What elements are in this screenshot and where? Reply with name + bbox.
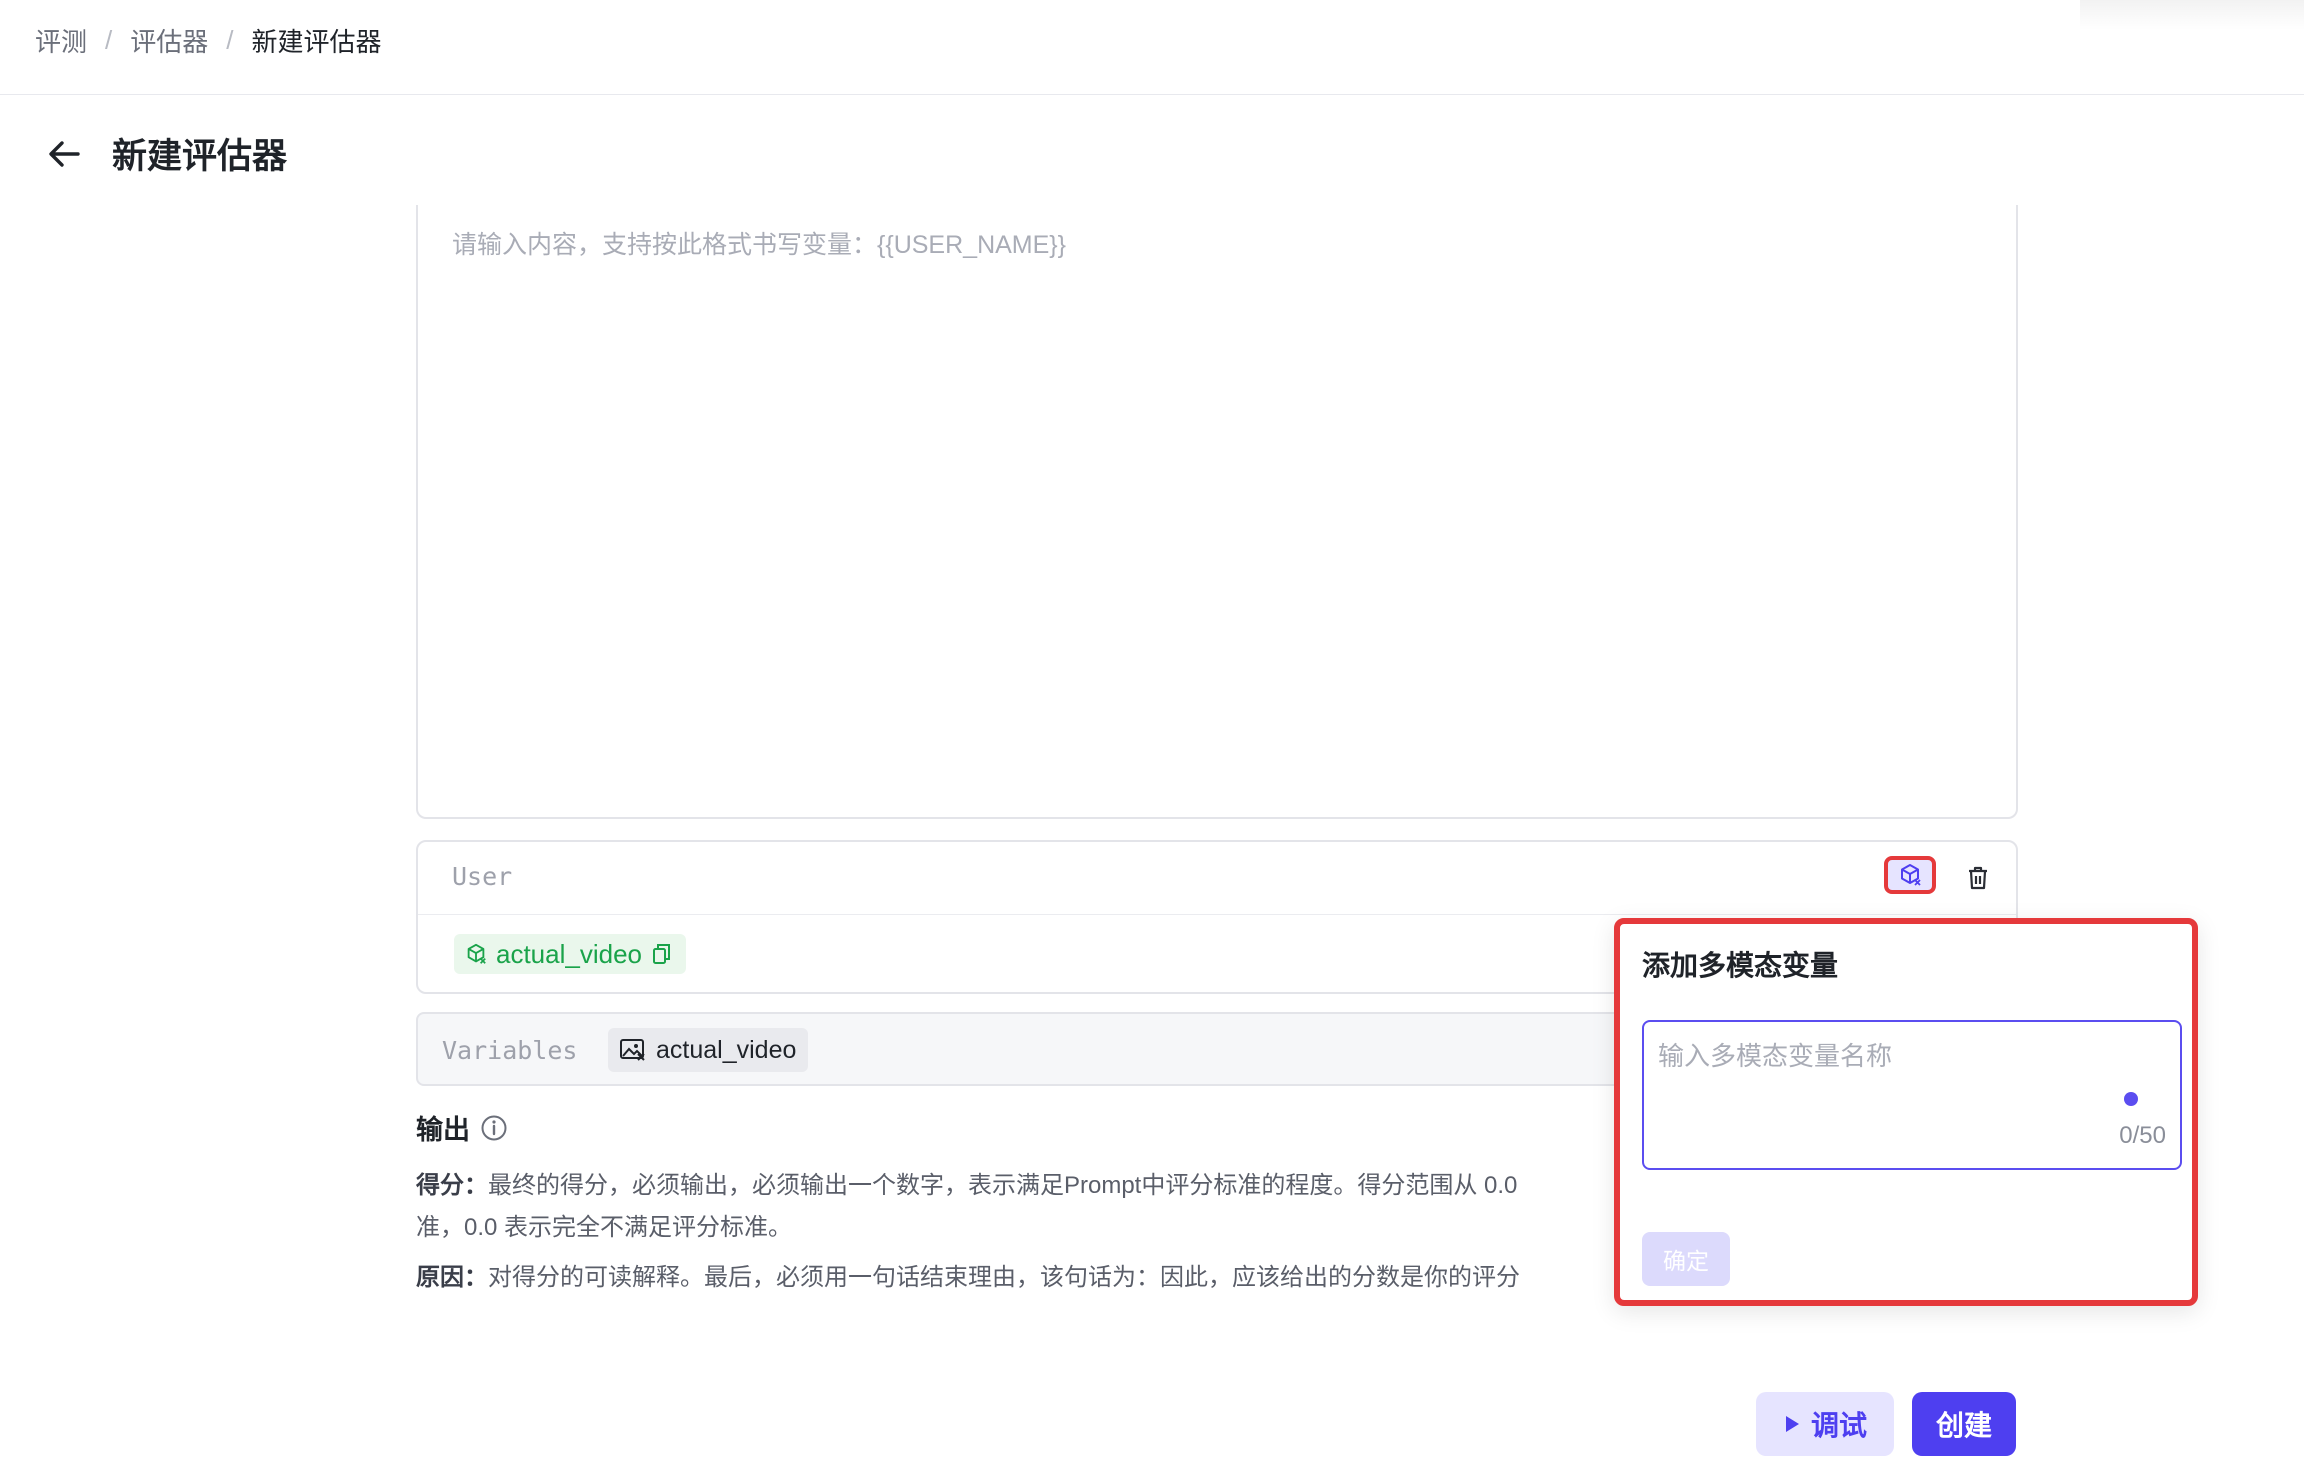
output-score-line: 得分：最终的得分，必须输出，必须输出一个数字，表示满足Prompt中评分标准的程… xyxy=(416,1165,1616,1207)
page-header: 新建评估器 xyxy=(44,128,287,179)
editor-placeholder: 请输入内容，支持按此格式书写变量：{{USER_NAME}} xyxy=(452,231,1066,259)
output-title: 输出 xyxy=(416,1108,1616,1147)
reason-label: 原因： xyxy=(416,1264,488,1291)
delete-message-button[interactable] xyxy=(1962,862,1994,894)
breadcrumb-separator: / xyxy=(105,25,113,55)
debug-button[interactable]: 调试 xyxy=(1756,1392,1894,1456)
corner-shadow xyxy=(2080,0,2304,30)
score-text-2: 准，0.0 表示完全不满足评分标准。 xyxy=(416,1214,793,1241)
output-score-line-2: 准，0.0 表示完全不满足评分标准。 xyxy=(416,1207,1616,1249)
breadcrumb-item-evaluation[interactable]: 评测 xyxy=(35,22,87,59)
page-title: 新建评估器 xyxy=(112,137,288,176)
character-counter: 0/50 xyxy=(2119,1122,2166,1149)
output-title-text: 输出 xyxy=(416,1115,470,1145)
user-message-header: User xyxy=(418,842,2016,915)
variable-chip-label: actual_video xyxy=(496,938,642,969)
trash-icon xyxy=(1969,866,1987,890)
system-prompt-editor[interactable]: 请输入内容，支持按此格式书写变量：{{USER_NAME}} xyxy=(416,205,2018,819)
cursor-dot xyxy=(2124,1092,2138,1106)
variables-chip-label: actual_video xyxy=(656,1035,797,1064)
breadcrumb-separator: / xyxy=(226,25,234,55)
top-bar: 评测 / 评估器 / 新建评估器 xyxy=(0,0,2304,95)
image-icon xyxy=(620,1038,646,1062)
create-button[interactable]: 创建 xyxy=(1912,1392,2016,1456)
multimodal-cube-icon xyxy=(464,942,488,966)
variables-chip-actual-video[interactable]: actual_video xyxy=(608,1028,809,1072)
info-icon[interactable] xyxy=(480,1114,508,1142)
breadcrumb-item-evaluators[interactable]: 评估器 xyxy=(130,22,208,59)
breadcrumb-item-new-evaluator: 新建评估器 xyxy=(251,27,382,57)
score-label: 得分： xyxy=(416,1172,488,1199)
play-icon xyxy=(1783,1414,1801,1434)
multimodal-cube-icon xyxy=(1901,864,1921,886)
variables-label: Variables xyxy=(442,1036,578,1065)
arrow-left-icon[interactable] xyxy=(44,134,84,174)
role-label[interactable]: User xyxy=(452,862,512,891)
multimodal-variable-name-input[interactable]: 输入多模态变量名称 0/50 xyxy=(1642,1020,2182,1170)
copy-icon[interactable] xyxy=(652,943,672,965)
input-placeholder: 输入多模态变量名称 xyxy=(1658,1041,1893,1071)
output-reason-line: 原因：对得分的可读解释。最后，必须用一句话结束理由，该句话为：因此，应该给出的分… xyxy=(416,1257,1616,1299)
reason-text: 对得分的可读解释。最后，必须用一句话结束理由，该句话为：因此，应该给出的分数是你… xyxy=(488,1264,1520,1291)
add-multimodal-variable-button[interactable] xyxy=(1884,856,1936,894)
debug-label: 调试 xyxy=(1810,1410,1867,1441)
popover-title: 添加多模态变量 xyxy=(1642,950,1839,981)
breadcrumb: 评测 / 评估器 / 新建评估器 xyxy=(35,22,382,59)
variable-chip-actual-video[interactable]: actual_video xyxy=(454,934,686,974)
confirm-button[interactable]: 确定 xyxy=(1642,1232,1730,1286)
score-text: 最终的得分，必须输出，必须输出一个数字，表示满足Prompt中评分标准的程度。得… xyxy=(488,1172,1518,1199)
output-section: 输出 得分：最终的得分，必须输出，必须输出一个数字，表示满足Prompt中评分标… xyxy=(416,1108,1616,1299)
add-multimodal-variable-popover: 添加多模态变量 输入多模态变量名称 0/50 确定 xyxy=(1614,918,2198,1306)
